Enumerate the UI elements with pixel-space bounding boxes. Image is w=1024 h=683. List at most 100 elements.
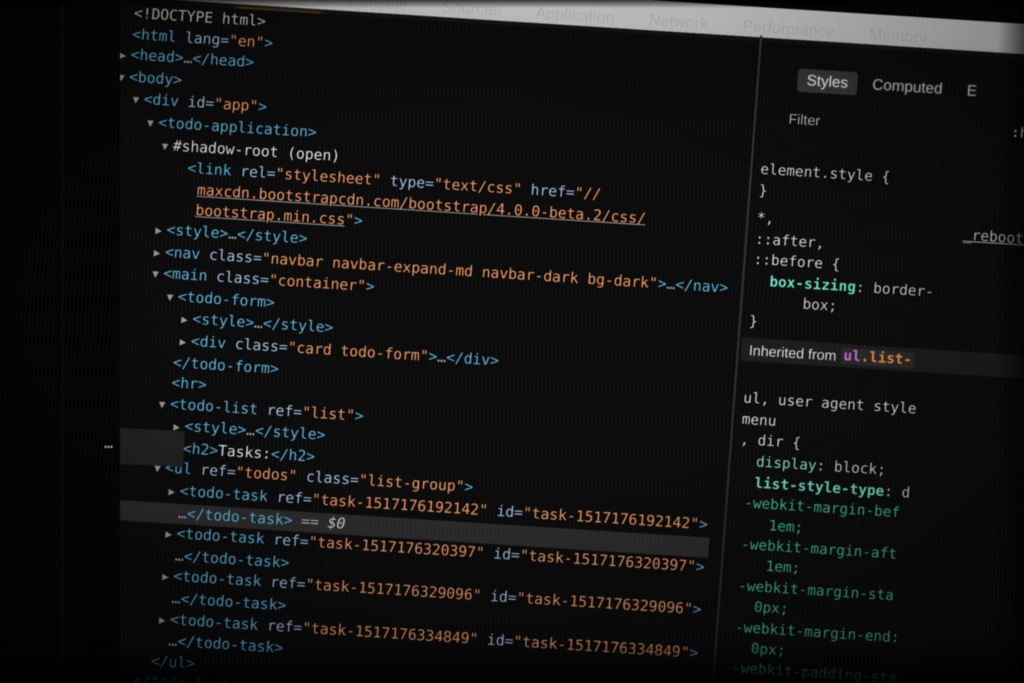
- dom-token-attr: id=: [483, 544, 521, 565]
- expand-triangle-down-icon[interactable]: [158, 394, 171, 416]
- expand-triangle-right-icon[interactable]: [179, 332, 192, 354]
- dom-token-val: "//: [573, 184, 602, 204]
- dom-token-tag: >: [695, 558, 706, 577]
- twisty-spacer-icon: [162, 366, 173, 367]
- rule-selector-before: ::before {: [753, 251, 841, 274]
- dom-token-tag: </ul>: [150, 652, 196, 673]
- hov-button[interactable]: :hov: [1010, 125, 1024, 143]
- css-property-value[interactable]: : d: [884, 484, 911, 502]
- screen-surface: ElementsConsoleSourcesApplicationNetwork…: [0, 0, 1024, 683]
- styles-tab-styles[interactable]: Styles: [796, 68, 859, 96]
- dom-token-tag: <todo-task: [179, 482, 278, 506]
- styles-tab-list: Styles Computed E: [796, 68, 987, 104]
- expand-triangle-right-icon[interactable]: [165, 525, 178, 547]
- stylesheet-source[interactable]: _reboot.s: [962, 228, 1024, 249]
- expand-triangle-down-icon[interactable]: [146, 113, 159, 135]
- twisty-spacer-icon: [139, 665, 150, 666]
- twisty-spacer-icon: [167, 517, 178, 518]
- dom-token-attr: class=: [296, 468, 360, 490]
- rule-close-brace: }: [748, 313, 759, 331]
- dom-token-tag: </style>: [254, 422, 326, 445]
- dom-token-tag: </nav>: [674, 275, 729, 297]
- dom-tree-panel[interactable]: <!DOCTYPE html><html lang="en"><head>…</…: [63, 0, 760, 683]
- expand-triangle-right-icon[interactable]: [161, 567, 174, 589]
- dom-token-tag: </head>: [191, 50, 255, 72]
- css-property-name[interactable]: box-sizing: [752, 273, 857, 296]
- dom-token-attr: id=: [487, 502, 524, 522]
- css-property-value[interactable]: 0px;: [724, 639, 786, 659]
- css-property-value[interactable]: 1em;: [730, 557, 801, 577]
- twisty-spacer-icon: [157, 645, 168, 646]
- dom-token-txt: Tasks:: [217, 442, 272, 463]
- dom-token-attr: class=: [215, 268, 270, 289]
- expand-triangle-right-icon[interactable]: [155, 221, 168, 243]
- dom-token-tag: >: [353, 212, 364, 231]
- rule-reboot[interactable]: *, ::after, ::before { box-sizing: borde…: [748, 188, 940, 344]
- dom-token-tag: <body>: [128, 68, 183, 89]
- dom-token-attr: ref=: [199, 461, 237, 482]
- ua-selector-menu: menu: [741, 411, 778, 430]
- css-property-value[interactable]: : border-: [855, 279, 934, 300]
- dom-token-attr: ref=: [266, 616, 303, 637]
- rule-selector-after: ::after,: [754, 231, 826, 252]
- dom-token-tag: <nav: [164, 243, 210, 264]
- dom-token-attr: ref=: [275, 488, 313, 509]
- expand-triangle-right-icon[interactable]: [180, 310, 193, 332]
- dom-token-tag: <html: [131, 25, 186, 47]
- styles-panel[interactable]: StylesComputedE Filter :hov .cls element…: [708, 41, 1024, 683]
- filter-input[interactable]: Filter: [788, 111, 821, 129]
- expand-triangle-right-icon[interactable]: [168, 482, 181, 504]
- dom-token-attr: id=: [480, 587, 518, 608]
- inherited-selector-chip[interactable]: ul.list-: [840, 347, 915, 369]
- css-property-value[interactable]: : block;: [816, 458, 886, 479]
- dom-token-attr: id=: [187, 93, 215, 113]
- dom-token-eq: ==: [291, 511, 329, 532]
- dom-token-tag: <style>: [191, 310, 255, 332]
- dom-token-tag: <style>: [183, 418, 247, 440]
- dom-token-s0: $0: [327, 514, 346, 533]
- dom-token-tag: <h2>: [182, 439, 219, 460]
- twisty-spacer-icon: [121, 38, 132, 39]
- dom-token-val: "container": [268, 271, 367, 296]
- dom-token-tag: >: [263, 33, 274, 52]
- dom-token-tag: </style>: [262, 315, 334, 337]
- css-property-value[interactable]: 0px;: [727, 598, 789, 618]
- dom-token-val: "app": [213, 95, 259, 116]
- rule-selector: element.style {: [759, 162, 891, 187]
- devtools-body: <!DOCTYPE html><html lang="en"><head>…</…: [0, 0, 1024, 683]
- dom-token-tag: <todo-form>: [177, 287, 276, 312]
- dom-tree-code[interactable]: <!DOCTYPE html><html lang="en"><head>…</…: [69, 3, 746, 683]
- dom-token-attr: class=: [208, 245, 263, 267]
- twisty-spacer-icon: [176, 172, 187, 173]
- rule-source-link[interactable]: _reboot.s: [962, 205, 1024, 251]
- dom-token-val: "todos": [234, 464, 298, 486]
- dom-token-tag: >: [257, 98, 268, 117]
- expand-triangle-down-icon[interactable]: [151, 264, 164, 286]
- inherited-element-name: ul: [843, 347, 862, 365]
- dom-token-tag: <head>: [130, 46, 185, 67]
- expand-triangle-down-icon[interactable]: [166, 287, 179, 309]
- dom-token-attr: id=: [477, 630, 515, 650]
- dom-token-tag: <div: [190, 332, 236, 353]
- dom-token-tag: <link: [186, 159, 241, 181]
- css-property-value[interactable]: 1em;: [733, 515, 804, 536]
- expand-triangle-right-icon[interactable]: [119, 46, 132, 68]
- left-bezel: [0, 0, 120, 683]
- css-property-name[interactable]: -webkit-padding-sta: [723, 660, 897, 683]
- dom-token-attr: ref=: [272, 531, 310, 551]
- dom-token-tag: <todo-task: [169, 610, 268, 635]
- twisty-spacer-icon: [163, 560, 174, 561]
- ua-rule-props[interactable]: display: block; list-style-type: d -webk…: [719, 431, 914, 683]
- dom-token-tag: >: [354, 406, 365, 425]
- expand-triangle-down-icon[interactable]: [132, 90, 145, 112]
- css-property-value-wrap: box;: [749, 293, 838, 315]
- dom-token-tag: <main: [162, 265, 217, 286]
- styles-tab-e[interactable]: E: [957, 79, 987, 104]
- css-property-name[interactable]: display: [738, 454, 817, 475]
- bezel-seam: [62, 0, 63, 683]
- dom-token-val: "en": [228, 31, 265, 52]
- styles-tab-computed[interactable]: Computed: [862, 73, 952, 102]
- dom-token-tag: >: [463, 478, 474, 497]
- twisty-spacer-icon: [160, 387, 171, 388]
- inherited-class-name: .list-: [860, 348, 913, 368]
